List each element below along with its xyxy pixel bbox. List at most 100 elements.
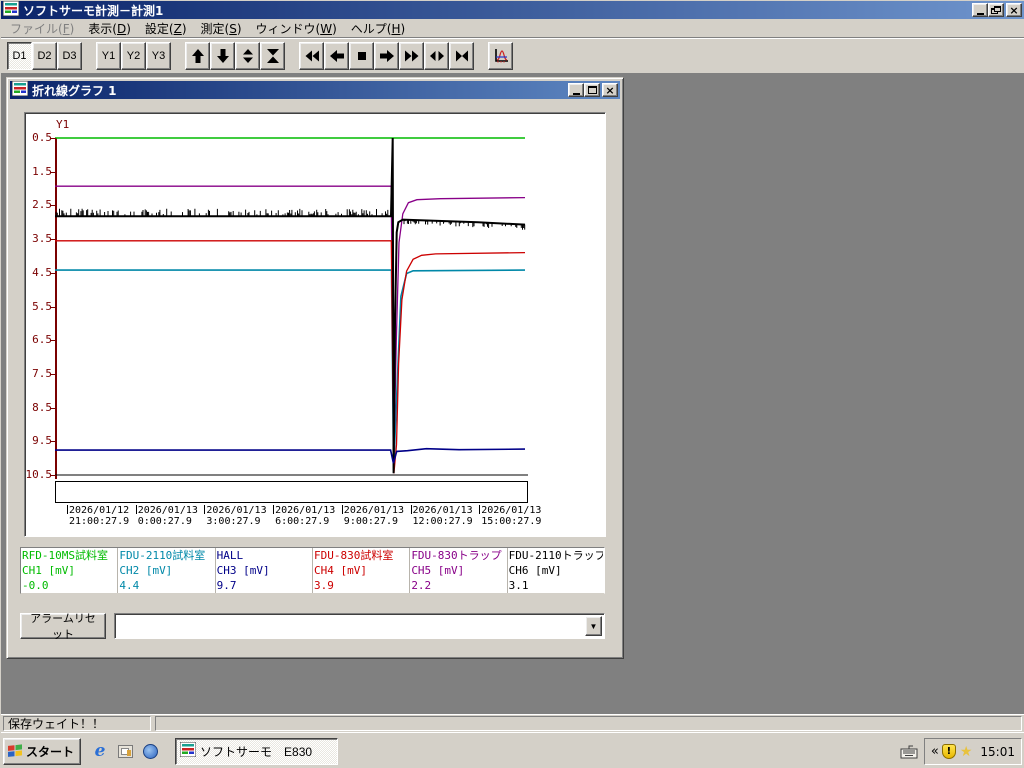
y-tick-label: 5.5: [32, 299, 52, 313]
star-icon[interactable]: ★: [960, 744, 973, 760]
menu-測定(S)[interactable]: 測定(S): [194, 19, 249, 38]
restore-icon: [991, 5, 1001, 15]
y-tick-label: 4.5: [32, 265, 52, 279]
show-desktop-icon[interactable]: [116, 742, 134, 760]
browser-globe-icon[interactable]: [141, 742, 159, 760]
menu-ウィンドウ(W)[interactable]: ウィンドウ(W): [249, 19, 344, 38]
toolbar-button-Y1[interactable]: Y1: [96, 41, 121, 70]
y-tick-mark: [51, 272, 56, 274]
x-tick-label: 2026/01/13 15:00:27.9: [481, 505, 542, 527]
toolbar-expand-vertical-button[interactable]: [235, 41, 260, 70]
toolbar-expand-horizontal-button[interactable]: [424, 41, 449, 70]
title-bar: ソフトサーモ計測－計測1 ×: [1, 1, 1024, 19]
toolbar-button-Y2[interactable]: Y2: [121, 41, 146, 70]
keyboard-icon[interactable]: [900, 745, 918, 759]
menu-ファイル(F): ファイル(F): [10, 21, 75, 36]
task-button-label: ソフトサーモ E830: [200, 744, 313, 759]
menu-表示(D)[interactable]: 表示(D): [81, 19, 138, 38]
channel-legend: RFD-10MS試料室 CH1 [mV] -0.0 FDU-2110試料室 CH2 [m…: [20, 547, 605, 594]
toolbar-button-Y3[interactable]: Y3: [146, 41, 171, 70]
x-tick-label: 2026/01/13 3:00:27.9: [206, 505, 267, 527]
combo-dropdown-button[interactable]: ▼: [585, 616, 602, 636]
graph-close-button[interactable]: ×: [602, 83, 618, 97]
toolbar-button-D1[interactable]: D1: [7, 41, 32, 70]
line-chart: [55, 137, 528, 476]
system-tray: « ! ★ 15:01: [923, 738, 1022, 765]
series-line-CH5: [55, 185, 526, 469]
graph-window-body: Y1 2026/01/12 21:00:27.9 2026/01/13 0:00:…: [10, 99, 620, 641]
series-line-CH6: [55, 137, 526, 474]
app-window: ソフトサーモ計測－計測1 × ファイル(F) 表示(D) 設定(Z) 測定(S) ウィン…: [0, 0, 1024, 768]
toolbar-stop-button[interactable]: [349, 41, 374, 70]
legend-cell-CH4: FDU-830試料室 CH4 [mV] 3.9: [313, 548, 411, 593]
legend-cell-CH2: FDU-2110試料室 CH2 [mV] 4.4: [118, 548, 216, 593]
legend-cell-CH1: RFD-10MS試料室 CH1 [mV] -0.0: [21, 548, 119, 593]
task-button-softthermo[interactable]: ソフトサーモ E830: [175, 737, 339, 765]
x-tick-label: 2026/01/13 0:00:27.9: [137, 505, 198, 527]
x-tick-label: 2026/01/13 12:00:27.9: [412, 505, 473, 527]
x-tick-mark: [135, 505, 137, 514]
series-line-CH4: [55, 240, 526, 474]
y-tick-mark: [51, 441, 56, 443]
y-tick-label: 3.5: [32, 232, 52, 246]
alarm-combobox[interactable]: ▼: [114, 613, 605, 639]
y-tick-mark: [51, 138, 56, 139]
graph-window: 折れ線グラフ 1 × Y1 2026/01/12 21:00:27.9 2026/…: [6, 77, 624, 659]
y-tick-mark: [51, 205, 56, 207]
series-noise-CH6: [55, 208, 526, 230]
toolbar-button-D3[interactable]: D3: [57, 41, 82, 70]
y-tick-label: 1.5: [32, 164, 52, 178]
y-tick-label: 6.5: [32, 333, 52, 347]
status-extra-panel: [155, 716, 1022, 731]
y-tick-label: 0.5: [32, 131, 52, 144]
series-line-CH2: [55, 269, 526, 470]
toolbar-arrow-left-button[interactable]: [324, 41, 349, 70]
restore-button[interactable]: [988, 3, 1004, 17]
graph-window-title-bar[interactable]: 折れ線グラフ 1 ×: [10, 80, 620, 99]
toolbar-fast-forward-button[interactable]: [399, 41, 424, 70]
toolbar-button-D2[interactable]: D2: [32, 41, 57, 70]
combo-value[interactable]: [117, 616, 584, 636]
toolbar-arrow-down-button[interactable]: [210, 41, 235, 70]
y-tick-mark: [51, 373, 56, 375]
legend-cell-CH6: FDU-2110トラップ CH6 [mV] 3.1: [508, 549, 603, 592]
x-tick-mark: [341, 505, 343, 514]
menu-設定(Z)[interactable]: 設定(Z): [138, 19, 194, 38]
graph-minimize-button[interactable]: [568, 83, 584, 97]
quick-launch: e: [91, 742, 159, 760]
graph-maximize-button[interactable]: [584, 83, 600, 97]
y-tick-label: 7.5: [32, 366, 52, 380]
menu-ヘルプ(H)[interactable]: ヘルプ(H): [344, 19, 412, 38]
chart-panel: Y1 2026/01/12 21:00:27.9 2026/01/13 0:00:…: [24, 112, 606, 537]
toolbar-chart-button[interactable]: [488, 41, 513, 70]
taskbar-clock: 15:01: [980, 744, 1015, 759]
close-button[interactable]: ×: [1006, 3, 1022, 17]
y-tick-mark: [51, 239, 56, 241]
toolbar-collapse-horizontal-button[interactable]: [449, 41, 474, 70]
toolbar: D1 D2 D3 Y1 Y2 Y3: [1, 37, 1024, 73]
toolbar-rewind-button[interactable]: [299, 41, 324, 70]
minimize-button[interactable]: [972, 3, 988, 17]
x-tick-label: 2026/01/13 9:00:27.9: [343, 505, 405, 527]
mdi-client-area: 折れ線グラフ 1 × Y1 2026/01/12 21:00:27.9 2026/…: [1, 73, 1024, 714]
x-tick-mark: [479, 505, 481, 514]
x-tick-mark: [67, 505, 68, 514]
ie-icon[interactable]: e: [91, 742, 109, 760]
close-icon: ×: [605, 83, 615, 97]
window-title: ソフトサーモ計測－計測1: [23, 3, 164, 18]
y-tick-label: 8.5: [32, 400, 52, 414]
security-shield-icon[interactable]: !: [941, 744, 956, 759]
close-icon: ×: [1009, 3, 1019, 17]
chart-range-box[interactable]: [55, 481, 528, 503]
toolbar-collapse-vertical-button[interactable]: [260, 41, 285, 70]
toolbar-arrow-up-button[interactable]: [185, 41, 210, 70]
tray-overflow-chevrons[interactable]: «: [931, 744, 939, 759]
alarm-reset-button[interactable]: アラームリセット: [20, 612, 106, 641]
y-tick-label: 9.5: [32, 434, 52, 448]
chevron-down-icon: ▼: [589, 621, 598, 631]
start-button-label: スタート: [26, 744, 75, 759]
legend-cell-CH3: HALL CH3 [mV] 9.7: [216, 548, 313, 593]
toolbar-arrow-right-button[interactable]: [374, 41, 399, 70]
y-tick-mark: [51, 171, 56, 173]
start-button[interactable]: スタート: [3, 737, 82, 765]
